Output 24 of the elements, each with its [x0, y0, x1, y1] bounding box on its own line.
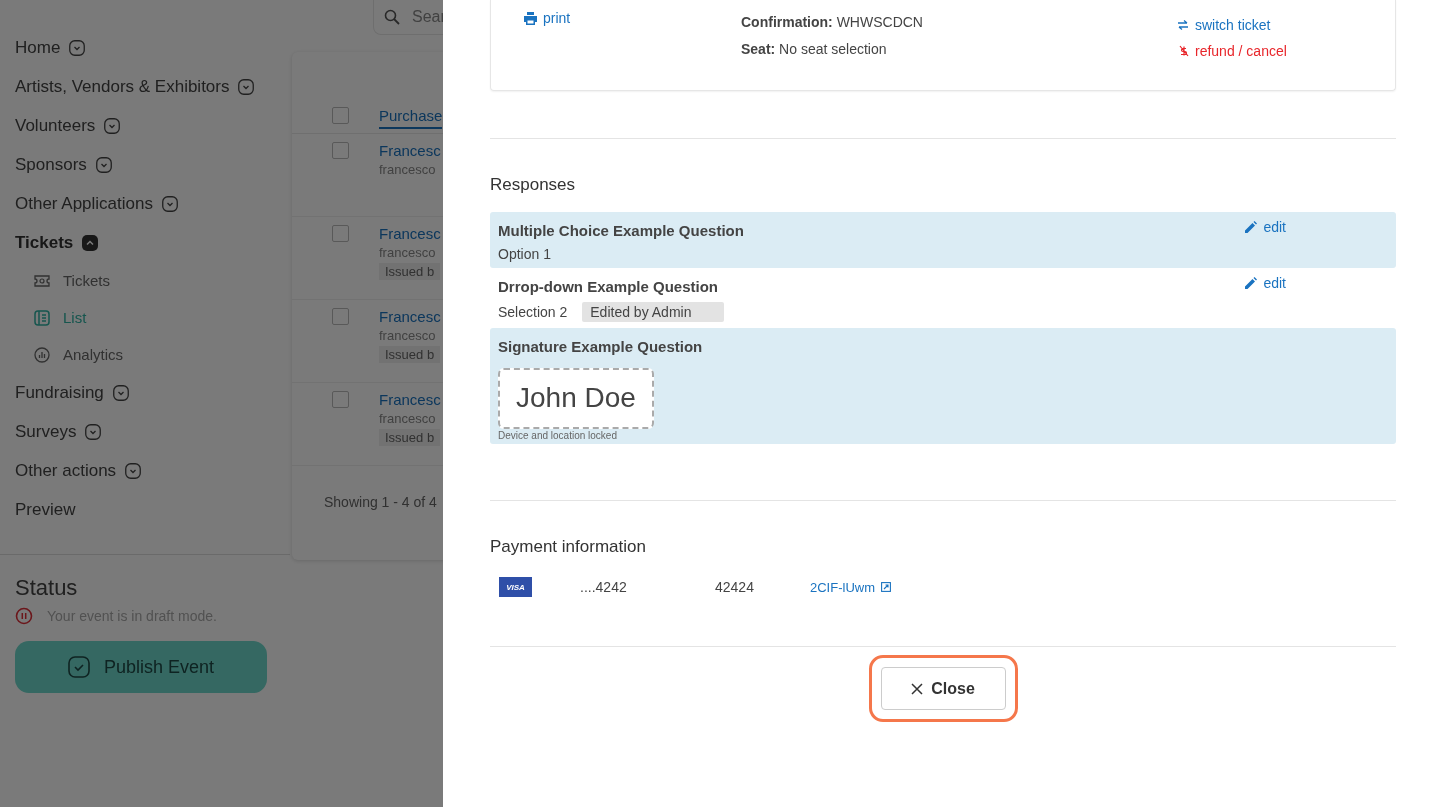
- question-text: Signature Example Question: [498, 338, 703, 355]
- edited-badge: Edited by Admin: [582, 302, 725, 322]
- purchaser-email: francesco: [379, 245, 437, 260]
- issued-badge: Issued b: [379, 263, 441, 280]
- issued-badge: Issued b: [379, 429, 441, 446]
- status-heading: Status: [15, 575, 79, 601]
- postal-code: 42424: [715, 579, 755, 595]
- section-heading: Payment information: [490, 537, 647, 557]
- issued-badge: Issued b: [379, 346, 441, 363]
- purchaser-email: francesco: [379, 411, 437, 426]
- answer-text: Option 1: [498, 246, 551, 262]
- section-heading: Responses: [490, 175, 577, 195]
- card-number: ....4242: [580, 579, 628, 595]
- ticket-detail: Confirmation: WHWSCDCN: [741, 14, 924, 30]
- purchaser-email: francesco: [379, 162, 437, 177]
- purchaser-email: francesco: [379, 328, 437, 343]
- question-text: Drrop-down Example Question: [498, 278, 720, 295]
- pagination-summary: Showing 1 - 4 of 4: [323, 493, 438, 512]
- card-brand-logo: VISA: [499, 577, 532, 597]
- ticket-detail: Seat: No seat selection: [741, 41, 888, 57]
- signature-caption: Device and location locked: [498, 430, 618, 441]
- answer-text: Selection 2: [498, 304, 568, 320]
- signature-box: John Doe: [498, 368, 654, 429]
- question-text: Multiple Choice Example Question: [498, 222, 744, 239]
